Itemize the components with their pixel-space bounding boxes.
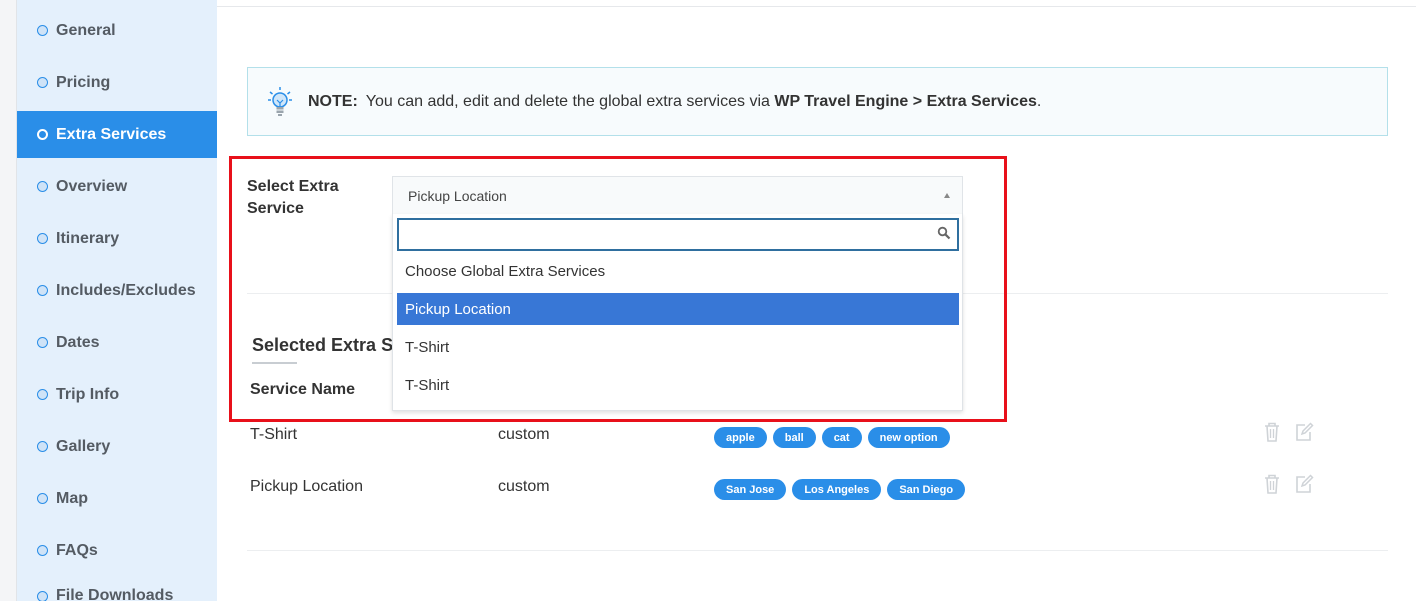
option-t-shirt[interactable]: T-Shirt	[397, 331, 959, 363]
option-choose-global[interactable]: Choose Global Extra Services	[397, 255, 959, 287]
sidebar-item-overview[interactable]: Overview	[17, 163, 217, 210]
sidebar-item-label: Pricing	[56, 73, 111, 91]
option-tag: San Jose	[714, 479, 787, 500]
sidebar-item-label: Trip Info	[56, 385, 120, 403]
option-tag: apple	[714, 427, 767, 448]
bullet-icon	[37, 181, 48, 192]
service-type: custom	[498, 478, 550, 495]
sidebar-item-itinerary[interactable]: Itinerary	[17, 215, 217, 262]
sidebar: General Pricing Extra Services Overview …	[17, 0, 217, 601]
select-dropdown: Choose Global Extra Services Pickup Loca…	[392, 214, 963, 411]
sidebar-item-trip-info[interactable]: Trip Info	[17, 371, 217, 418]
option-label: T-Shirt	[405, 376, 450, 394]
sidebar-item-label: Extra Services	[56, 125, 167, 143]
service-name: Pickup Location	[250, 478, 363, 495]
editor-stage: General Pricing Extra Services Overview …	[0, 0, 1416, 601]
bullet-icon	[37, 545, 48, 556]
option-tag: cat	[821, 427, 862, 448]
sidebar-item-label: General	[56, 21, 116, 39]
option-t-shirt[interactable]: T-Shirt	[397, 369, 959, 401]
bullet-icon	[37, 77, 48, 88]
table-row: T-Shirt custom apple ball cat new option	[0, 421, 1416, 451]
sidebar-item-label: FAQs	[56, 541, 98, 559]
sidebar-item-faqs[interactable]: FAQs	[17, 527, 217, 574]
option-label: Pickup Location	[405, 300, 511, 318]
option-label: Choose Global Extra Services	[405, 262, 606, 280]
sidebar-item-label: Includes/Excludes	[56, 281, 196, 299]
bullet-icon	[37, 591, 48, 601]
sidebar-item-includes-excludes[interactable]: Includes/Excludes	[17, 267, 217, 314]
note-box: NOTE: You can add, edit and delete the g…	[247, 67, 1388, 136]
note-text: You can add, edit and delete the global …	[366, 93, 1042, 111]
sidebar-item-file-downloads[interactable]: File Downloads	[17, 575, 217, 601]
bullet-icon	[37, 129, 48, 140]
select-current-value: Pickup Location	[408, 187, 507, 204]
note-link: WP Travel Engine > Extra Services	[774, 92, 1037, 110]
edit-icon[interactable]	[1294, 473, 1314, 495]
sidebar-item-dates[interactable]: Dates	[17, 319, 217, 366]
service-name: T-Shirt	[250, 426, 298, 443]
column-header-service-name: Service Name	[250, 381, 355, 398]
lightbulb-icon	[268, 86, 292, 116]
option-tag: new option	[867, 427, 950, 448]
dropdown-search-input[interactable]	[399, 220, 957, 249]
option-tag: Los Angeles	[792, 479, 882, 500]
sidebar-item-pricing[interactable]: Pricing	[17, 59, 217, 106]
sidebar-item-label: Overview	[56, 177, 128, 195]
option-tag: San Diego	[887, 479, 966, 500]
service-type: custom	[498, 426, 550, 443]
sidebar-item-general[interactable]: General	[17, 7, 217, 54]
sidebar-item-label: Dates	[56, 333, 100, 351]
bullet-icon	[37, 337, 48, 348]
sidebar-item-label: File Downloads	[56, 587, 174, 601]
bullet-icon	[37, 233, 48, 244]
search-icon	[937, 226, 951, 240]
option-tag: ball	[772, 427, 816, 448]
bullet-icon	[37, 285, 48, 296]
sidebar-edge	[0, 0, 17, 601]
sidebar-item-label: Itinerary	[56, 229, 120, 247]
note-text-before: You can add, edit and delete the global …	[365, 92, 775, 110]
select-extra-service-label: Select Extra Service	[247, 178, 339, 217]
note-label: NOTE:	[308, 92, 358, 110]
selected-services-title: Selected Extra Services	[252, 335, 392, 355]
trash-icon[interactable]	[1262, 473, 1282, 495]
caret-up-icon	[944, 193, 950, 198]
note-text-after: .	[1036, 92, 1042, 110]
option-pickup-location[interactable]: Pickup Location	[397, 293, 959, 325]
table-row: Pickup Location custom San Jose Los Ange…	[0, 473, 1416, 503]
option-tags: San Jose Los Angeles San Diego	[714, 479, 966, 500]
extra-service-select[interactable]: Pickup Location	[392, 176, 963, 214]
bullet-icon	[37, 25, 48, 36]
bullet-icon	[37, 389, 48, 400]
option-tags: apple ball cat new option	[714, 427, 950, 448]
option-label: T-Shirt	[405, 338, 450, 356]
dropdown-search	[397, 218, 959, 251]
sidebar-item-extra-services[interactable]: Extra Services	[17, 111, 217, 158]
title-underline	[252, 362, 297, 364]
top-divider	[217, 6, 1416, 7]
edit-icon[interactable]	[1294, 421, 1314, 443]
trash-icon[interactable]	[1262, 421, 1282, 443]
section-divider	[247, 550, 1388, 551]
